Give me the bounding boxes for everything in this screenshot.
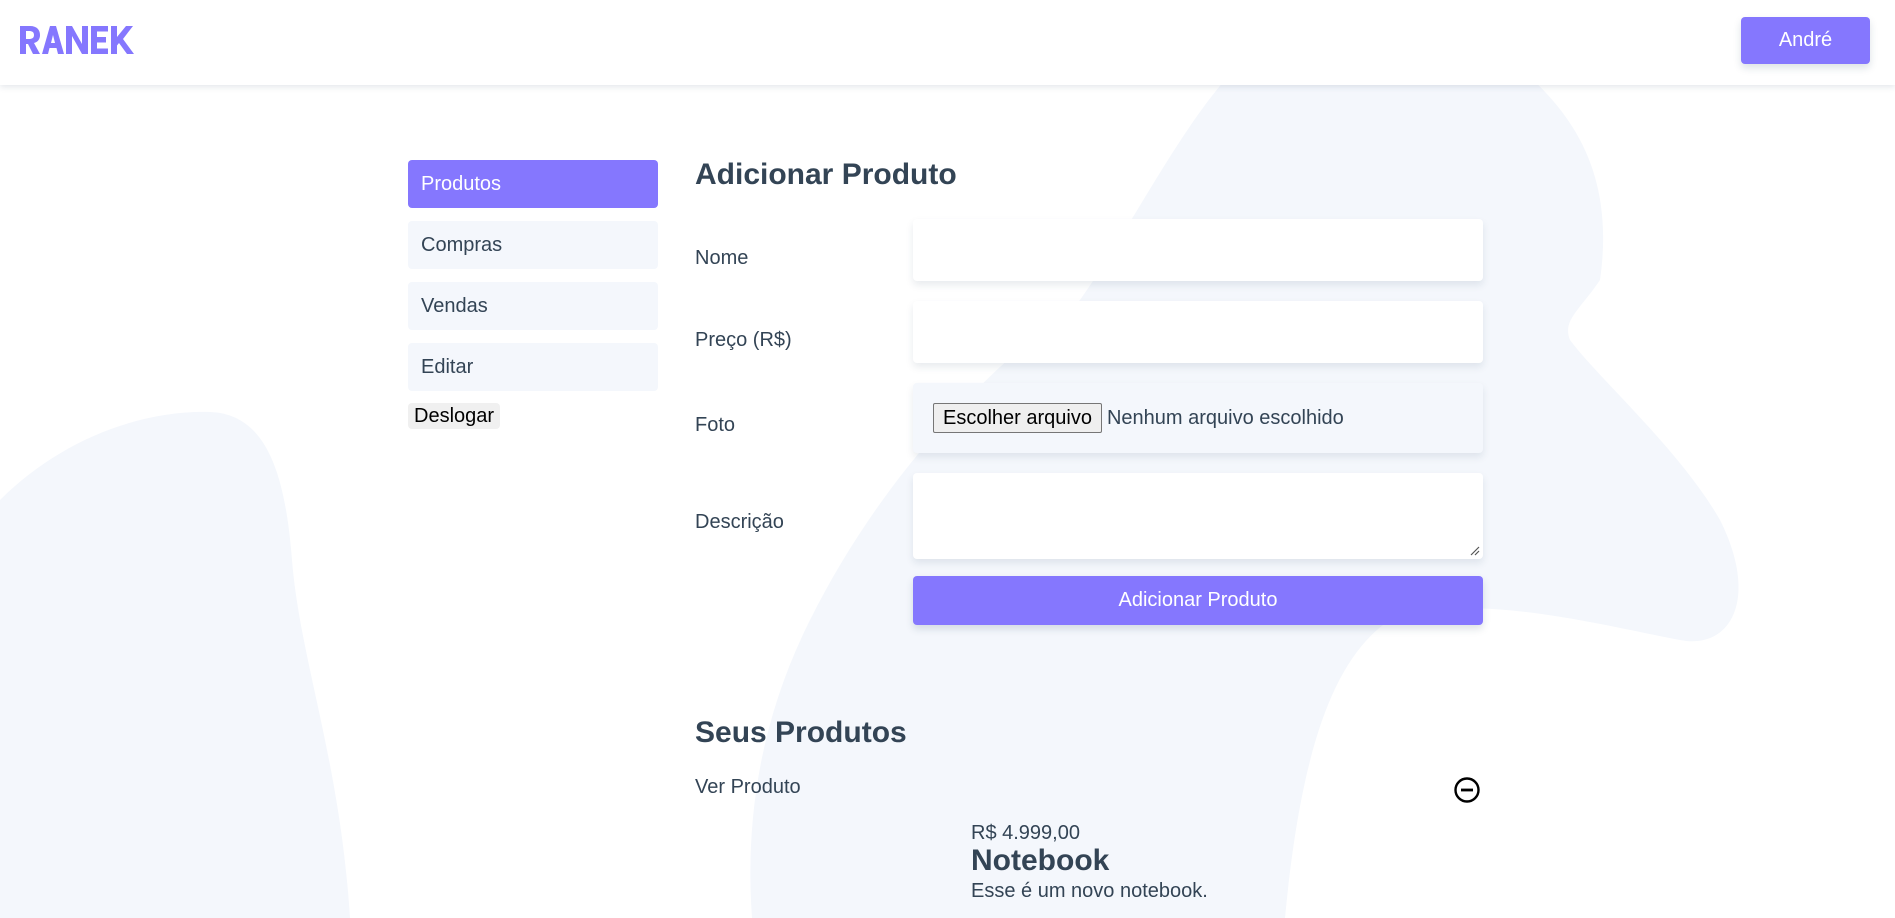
add-product-title: Adicionar Produto bbox=[695, 158, 957, 191]
photo-label: Foto bbox=[695, 414, 736, 436]
resize-grip-icon[interactable] bbox=[1470, 546, 1480, 556]
ranek-logo[interactable] bbox=[20, 24, 134, 56]
sidebar-item-vendas[interactable]: Vendas bbox=[408, 282, 658, 330]
account-sidebar: Produtos Compras Vendas Editar Deslogar bbox=[408, 160, 658, 429]
price-label: Preço (R$) bbox=[695, 329, 792, 351]
add-product-button[interactable]: Adicionar Produto bbox=[913, 576, 1483, 625]
name-input[interactable] bbox=[913, 219, 1483, 281]
user-account-button[interactable]: André bbox=[1741, 17, 1870, 64]
product-price: R$ 4.999,00 bbox=[971, 822, 1080, 844]
description-textarea[interactable] bbox=[913, 473, 1483, 559]
product-description: Esse é um novo notebook. bbox=[971, 880, 1208, 902]
minus-circle-icon[interactable] bbox=[1453, 776, 1481, 804]
description-label: Descrição bbox=[695, 511, 784, 533]
view-product-link[interactable]: Ver Produto bbox=[695, 776, 801, 799]
logout-button[interactable]: Deslogar bbox=[408, 403, 501, 429]
sidebar-item-produtos[interactable]: Produtos bbox=[408, 160, 658, 208]
choose-file-button[interactable]: Escolher arquivo bbox=[933, 403, 1102, 433]
product-name: Notebook bbox=[971, 844, 1110, 877]
name-label: Nome bbox=[695, 247, 749, 269]
price-input[interactable] bbox=[913, 301, 1483, 363]
background-shape bbox=[0, 0, 1739, 918]
sidebar-item-editar[interactable]: Editar bbox=[408, 343, 658, 391]
sidebar-item-compras[interactable]: Compras bbox=[408, 221, 658, 269]
your-products-title: Seus Produtos bbox=[695, 716, 907, 749]
top-header: André bbox=[0, 0, 1895, 85]
photo-file-input[interactable]: Escolher arquivo Nenhum arquivo escolhid… bbox=[913, 383, 1483, 453]
file-status-text: Nenhum arquivo escolhido bbox=[1106, 406, 1344, 429]
